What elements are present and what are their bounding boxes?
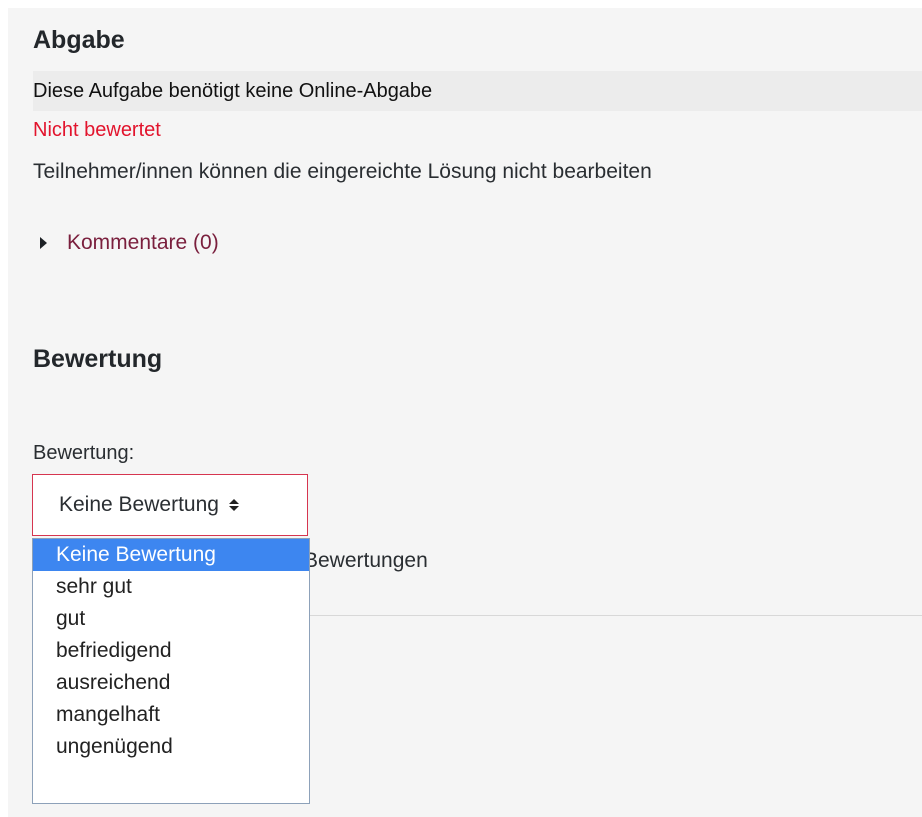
grade-field-label: Bewertung: [33, 442, 135, 464]
grade-option[interactable]: gut [33, 603, 309, 635]
grade-option[interactable]: mangelhaft [33, 699, 309, 731]
grade-option[interactable]: ungenügend [33, 731, 309, 763]
submission-status-row: Diese Aufgabe benötigt keine Online-Abga… [33, 71, 922, 111]
grade-option[interactable]: befriedigend [33, 635, 309, 667]
grade-options-dropdown[interactable]: Keine Bewertung sehr gut gut befriedigen… [32, 538, 310, 804]
grade-select[interactable]: Keine Bewertung [32, 474, 308, 536]
comments-toggle[interactable]: Kommentare (0) [33, 230, 219, 256]
grade-option[interactable]: Keine Bewertung [33, 539, 309, 571]
comments-link[interactable]: Kommentare (0) [67, 231, 219, 255]
select-arrows-icon [228, 499, 239, 511]
obscured-grades-text: Bewertungen [304, 549, 428, 572]
grade-select-value: Keine Bewertung [59, 493, 219, 516]
submission-status-label: Diese Aufgabe benötigt keine Online-Abga… [33, 80, 433, 102]
grading-status: Nicht bewertet [33, 119, 161, 141]
edit-status: Teilnehmer/innen können die eingereichte… [33, 160, 652, 183]
caret-right-icon [40, 237, 47, 249]
submission-panel: Abgabe Diese Aufgabe benötigt keine Onli… [8, 8, 922, 817]
grade-option[interactable]: sehr gut [33, 571, 309, 603]
submission-heading: Abgabe [33, 26, 125, 54]
divider [298, 615, 922, 616]
grade-option[interactable]: ausreichend [33, 667, 309, 699]
grading-heading: Bewertung [33, 345, 163, 373]
